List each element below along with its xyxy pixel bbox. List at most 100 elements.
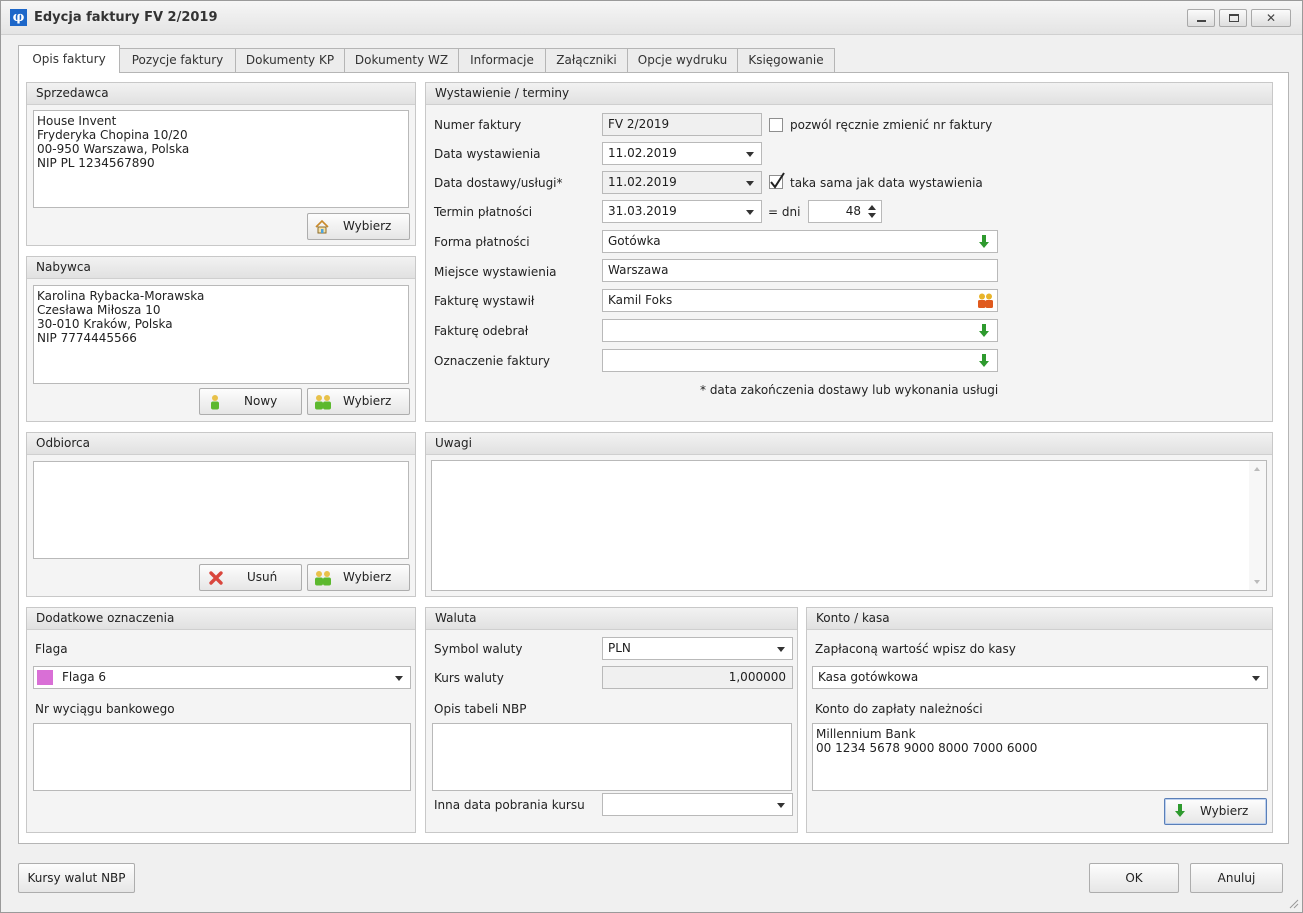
kurs-waluty-label: Kurs waluty (434, 671, 504, 685)
minimize-button[interactable] (1187, 9, 1215, 27)
wystawienie-title: Wystawienie / terminy (426, 83, 1272, 105)
wystawienie-group: Wystawienie / terminy Numer faktury FV 2… (425, 82, 1273, 422)
flaga-value: Flaga 6 (62, 670, 107, 684)
chevron-down-icon[interactable] (1252, 676, 1260, 681)
arrow-down-icon[interactable] (979, 324, 989, 338)
title-bar[interactable]: φ Edycja faktury FV 2/2019 ✕ (1, 1, 1302, 35)
opis-nbp-label: Opis tabeli NBP (434, 702, 527, 716)
chevron-down-icon[interactable] (395, 676, 403, 681)
miejsce-wystawienia-field[interactable]: Warszawa (602, 259, 998, 282)
resize-grip-icon[interactable] (1287, 897, 1299, 909)
data-dostawy-field[interactable]: 11.02.2019 (602, 171, 762, 194)
uwagi-scrollbar[interactable] (1249, 461, 1266, 590)
chevron-down-icon[interactable] (746, 210, 754, 215)
manual-number-checkbox[interactable] (769, 118, 783, 132)
flaga-select[interactable]: Flaga 6 (33, 666, 411, 689)
tab-ksiegowanie[interactable]: Księgowanie (737, 48, 835, 72)
sprzedawca-memo[interactable]: House Invent Fryderyka Chopina 10/20 00-… (33, 110, 409, 208)
konto-group: Konto / kasa Zapłaconą wartość wpisz do … (806, 607, 1273, 833)
odebral-field[interactable] (602, 319, 998, 342)
arrow-down-icon[interactable] (979, 235, 989, 249)
odbiorca-remove-button[interactable]: Usuń (199, 564, 302, 591)
dodatkowe-group: Dodatkowe oznaczenia Flaga Flaga 6 Nr wy… (26, 607, 416, 833)
tab-pozycje-faktury[interactable]: Pozycje faktury (119, 48, 236, 72)
close-button[interactable]: ✕ (1251, 9, 1291, 27)
chevron-down-icon[interactable] (746, 152, 754, 157)
konto-memo[interactable]: Millennium Bank 00 1234 5678 9000 8000 7… (812, 723, 1268, 791)
wystawil-label: Fakturę wystawił (434, 294, 535, 308)
konto-choose-button[interactable]: Wybierz (1164, 798, 1267, 825)
chevron-down-icon[interactable] (777, 803, 785, 808)
nabywca-memo[interactable]: Karolina Rybacka-Morawska Czesława Miłos… (33, 285, 409, 384)
ok-button[interactable]: OK (1089, 863, 1179, 893)
tab-opcje-wydruku[interactable]: Opcje wydruku (627, 48, 738, 72)
flag-color-swatch (37, 670, 53, 685)
odbiorca-choose-button[interactable]: Wybierz (307, 564, 410, 591)
same-date-label: taka sama jak data wystawienia (790, 176, 983, 190)
people-icon (315, 571, 331, 586)
uwagi-memo[interactable] (431, 460, 1267, 591)
nabywca-new-label: Nowy (244, 394, 278, 408)
flaga-label: Flaga (35, 642, 68, 656)
maximize-button[interactable] (1219, 9, 1247, 27)
forma-platnosci-label: Forma płatności (434, 235, 530, 249)
delivery-footnote: * data zakończenia dostawy lub wykonania… (700, 383, 999, 397)
wyciag-memo[interactable] (33, 723, 411, 791)
chevron-down-icon[interactable] (777, 647, 785, 652)
tab-zalaczniki[interactable]: Załączniki (545, 48, 628, 72)
sprzedawca-choose-button[interactable]: Wybierz (307, 213, 410, 240)
wystawil-field[interactable]: Kamil Foks (602, 289, 998, 312)
kasa-label: Zapłaconą wartość wpisz do kasy (815, 642, 1016, 656)
data-wystawienia-value: 11.02.2019 (608, 146, 677, 160)
forma-platnosci-field[interactable]: Gotówka (602, 230, 998, 253)
cancel-button[interactable]: Anuluj (1190, 863, 1283, 893)
konto-title: Konto / kasa (807, 608, 1272, 630)
tab-dokumenty-wz[interactable]: Dokumenty WZ (344, 48, 459, 72)
inna-data-select[interactable] (602, 793, 793, 816)
symbol-waluty-select[interactable]: PLN (602, 637, 793, 660)
sprzedawca-choose-label: Wybierz (343, 219, 392, 233)
kurs-waluty-field[interactable]: 1,000000 (602, 666, 793, 689)
termin-platnosci-label: Termin płatności (434, 205, 533, 219)
arrow-down-icon[interactable] (979, 354, 989, 368)
data-wystawienia-field[interactable]: 11.02.2019 (602, 142, 762, 165)
inna-data-label: Inna data pobrania kursu (434, 798, 585, 812)
scroll-down-icon[interactable] (1254, 580, 1260, 584)
symbol-waluty-label: Symbol waluty (434, 642, 523, 656)
scroll-up-icon[interactable] (1254, 467, 1260, 471)
kasa-select[interactable]: Kasa gotówkowa (812, 666, 1268, 689)
tab-dokumenty-kp[interactable]: Dokumenty KP (235, 48, 345, 72)
people-icon (315, 395, 331, 410)
wyciag-label: Nr wyciągu bankowego (35, 702, 175, 716)
termin-platnosci-value: 31.03.2019 (608, 204, 677, 218)
same-date-checkbox[interactable] (769, 172, 785, 189)
minimize-icon (1197, 20, 1206, 22)
data-dostawy-label: Data dostawy/usługi* (434, 176, 563, 190)
nabywca-title: Nabywca (27, 257, 415, 279)
chevron-down-icon[interactable] (746, 181, 754, 186)
opis-nbp-memo[interactable] (432, 723, 792, 791)
person-add-icon (211, 395, 219, 410)
spin-up-icon[interactable] (868, 205, 876, 210)
numer-faktury-label: Numer faktury (434, 118, 522, 132)
invoice-edit-window: φ Edycja faktury FV 2/2019 ✕ Opis faktur… (0, 0, 1303, 913)
konto-choose-label: Wybierz (1200, 804, 1249, 818)
spin-down-icon[interactable] (868, 213, 876, 218)
kursy-walut-button[interactable]: Kursy walut NBP (18, 863, 135, 893)
odbiorca-choose-label: Wybierz (343, 570, 392, 584)
days-spinner[interactable]: 48 (808, 200, 882, 223)
konto-label: Konto do zapłaty należności (815, 702, 983, 716)
sprzedawca-title: Sprzedawca (27, 83, 415, 105)
nabywca-choose-button[interactable]: Wybierz (307, 388, 410, 415)
odbiorca-memo[interactable] (33, 461, 409, 559)
numer-faktury-field[interactable]: FV 2/2019 (602, 113, 762, 136)
window-title: Edycja faktury FV 2/2019 (34, 10, 218, 25)
data-wystawienia-label: Data wystawienia (434, 147, 541, 161)
nabywca-new-button[interactable]: Nowy (199, 388, 302, 415)
waluta-group: Waluta Symbol waluty PLN Kurs waluty 1,0… (425, 607, 798, 833)
tab-informacje[interactable]: Informacje (458, 48, 546, 72)
oznaczenie-field[interactable] (602, 349, 998, 372)
termin-platnosci-field[interactable]: 31.03.2019 (602, 200, 762, 223)
tab-opis-faktury[interactable]: Opis faktury (18, 45, 120, 73)
people-select-icon[interactable] (977, 293, 994, 309)
